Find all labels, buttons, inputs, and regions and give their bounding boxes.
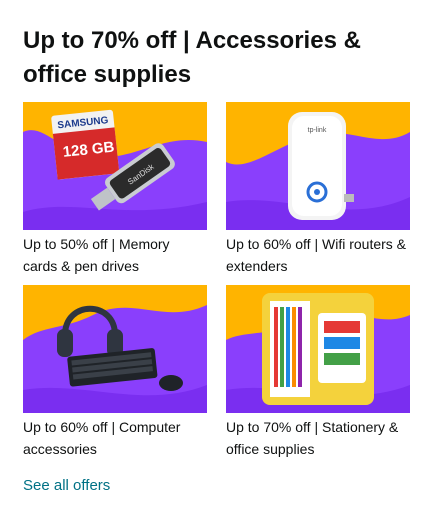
tile-wifi-routers[interactable]: tp-link Up to 60% off | Wifi routers & e…: [226, 102, 410, 277]
tile-label[interactable]: Up to 70% off | Stationery & office supp…: [226, 416, 410, 460]
memory-card-and-pen-drive-image[interactable]: SAMSUNG 128 GB SanDisk: [23, 102, 207, 230]
wifi-extender-image[interactable]: tp-link: [226, 102, 410, 230]
tile-stationery[interactable]: Up to 70% off | Stationery & office supp…: [226, 285, 410, 460]
see-all-offers-link[interactable]: See all offers: [23, 476, 110, 496]
tplink-text: tp-link: [308, 127, 327, 134]
tile-label[interactable]: Up to 50% off | Memory cards & pen drive…: [23, 233, 207, 277]
tile-label[interactable]: Up to 60% off | Computer accessories: [23, 416, 207, 460]
card-title: Up to 70% off | Accessories & office sup…: [23, 27, 361, 88]
tile-computer-accessories[interactable]: Up to 60% off | Computer accessories: [23, 285, 207, 460]
stationery-kit-image[interactable]: [226, 285, 410, 413]
offer-card: Up to 70% off | Accessories & office sup…: [0, 0, 428, 516]
tile-label[interactable]: Up to 60% off | Wifi routers & extenders: [226, 233, 410, 277]
headphones-keyboard-mouse-image[interactable]: [23, 285, 207, 413]
tile-memory-cards[interactable]: SAMSUNG 128 GB SanDisk Up to 50% off | M…: [23, 102, 207, 277]
